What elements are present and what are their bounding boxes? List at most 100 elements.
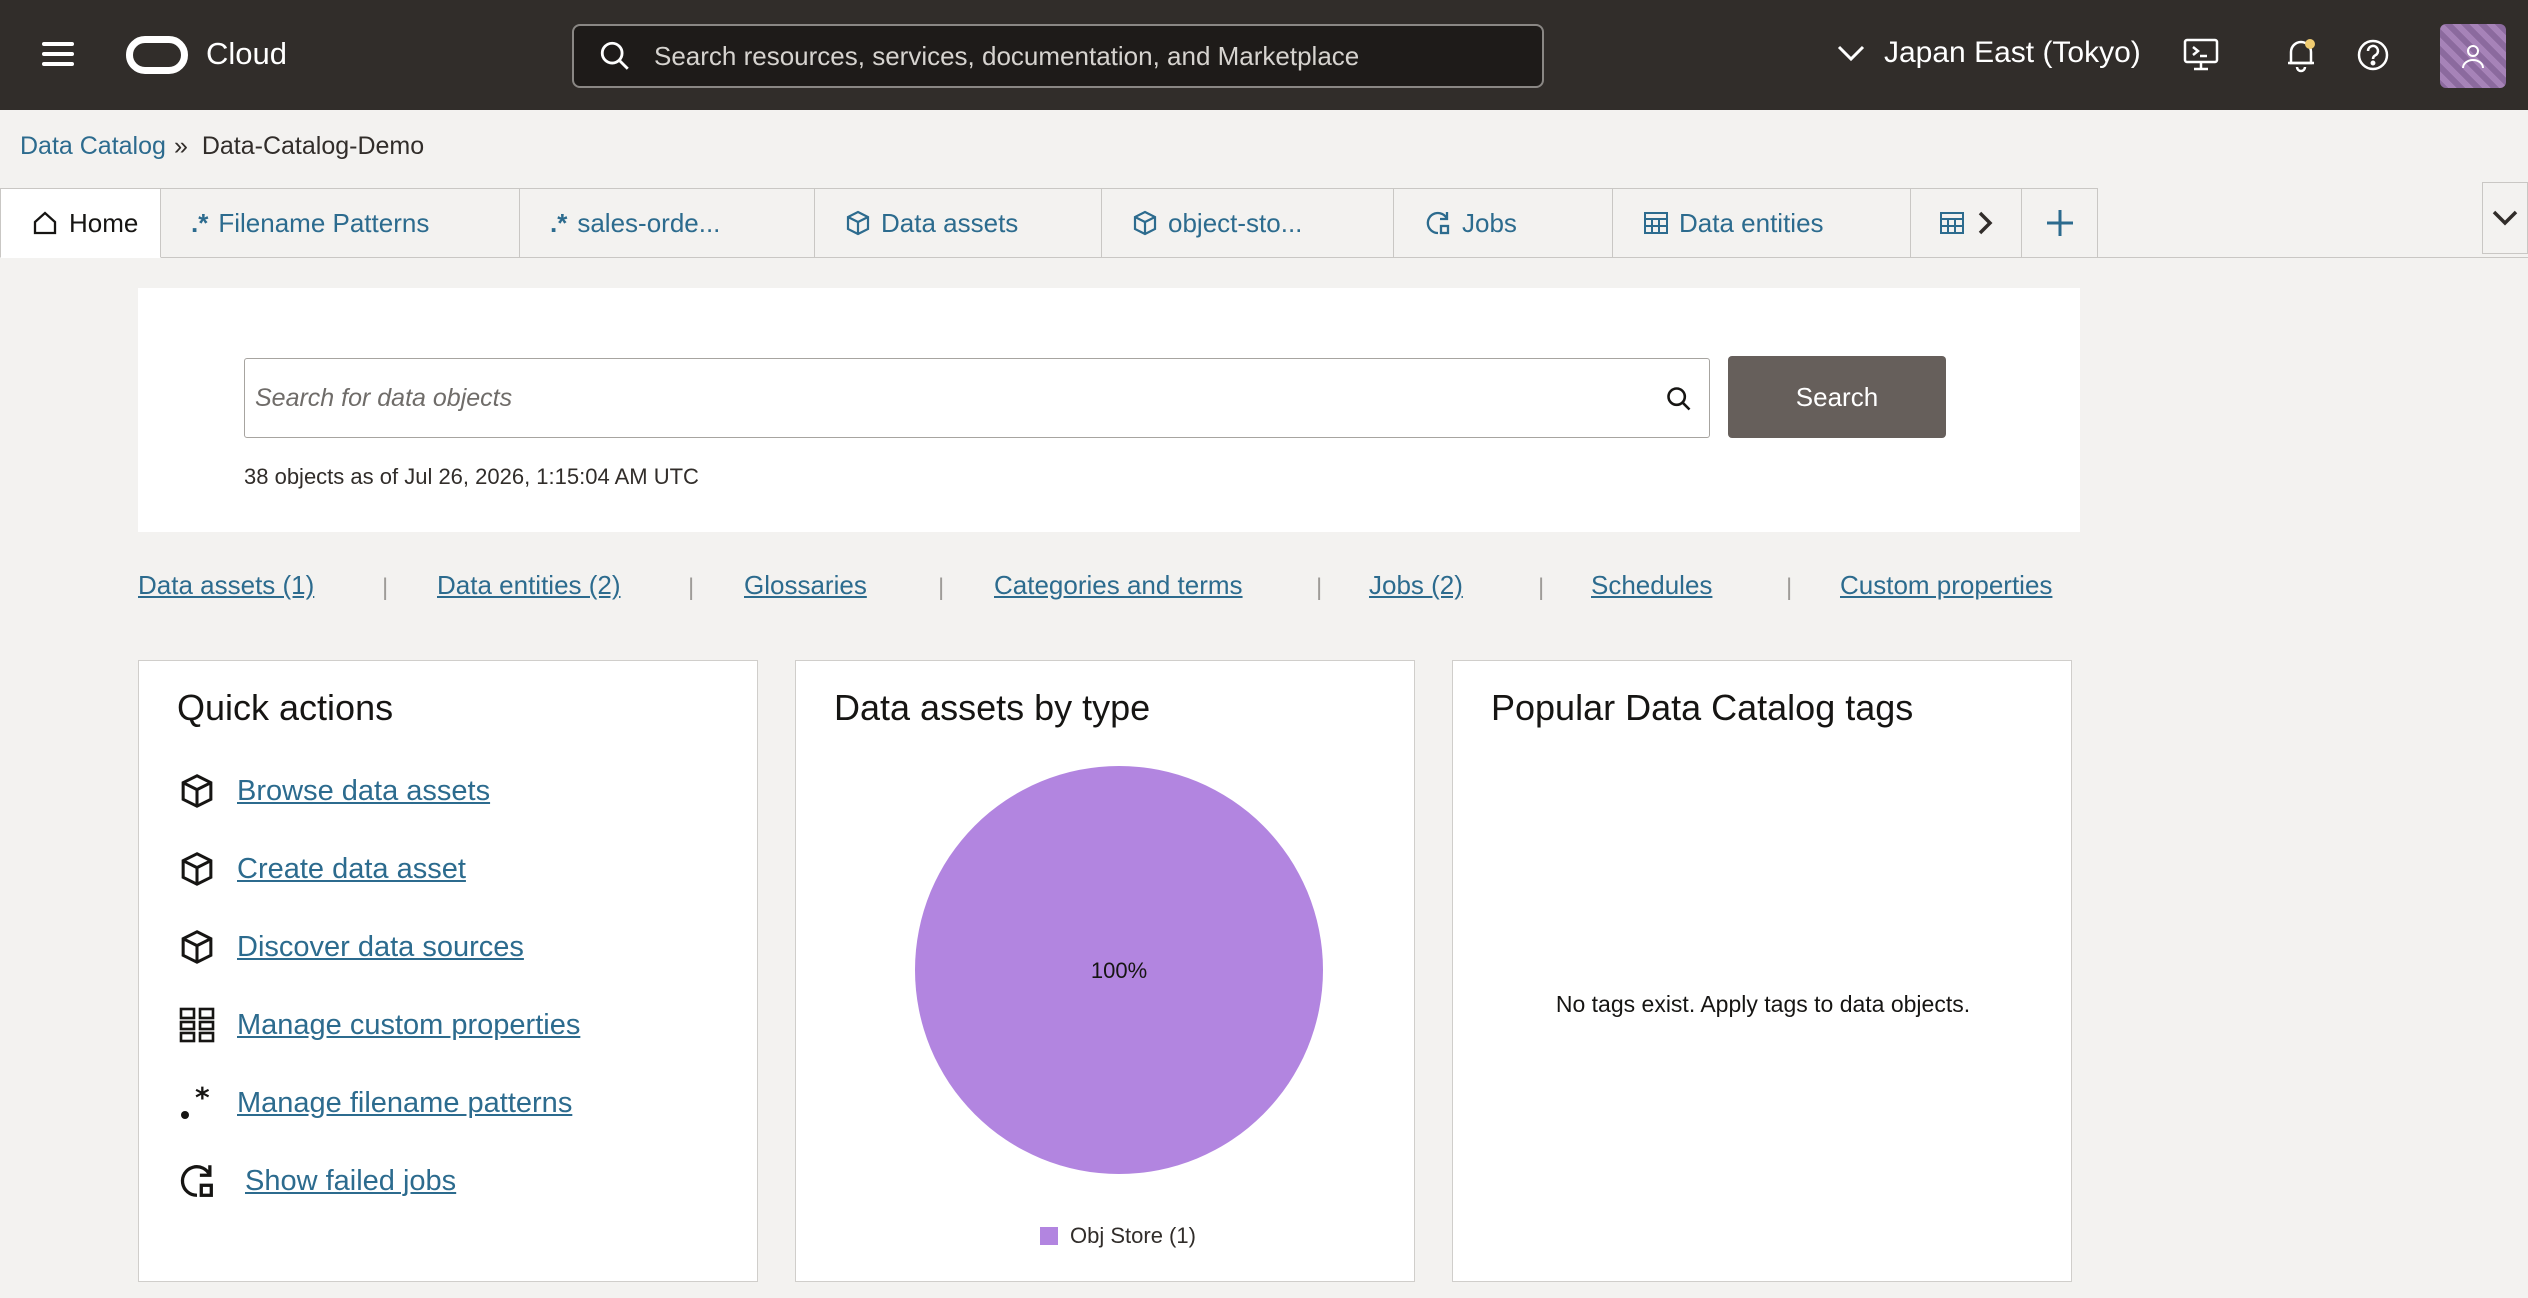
quick-links-bar: Data assets (1) | Data entities (2) | Gl… (138, 570, 2080, 610)
link-glossaries[interactable]: Glossaries (744, 570, 867, 601)
link-divider: | (1316, 574, 1323, 601)
tabs-menu-button[interactable] (2482, 182, 2528, 254)
action-label: Create data asset (237, 852, 466, 885)
action-discover-data-sources[interactable]: Discover data sources (177, 927, 524, 967)
link-divider: | (382, 574, 389, 601)
breadcrumb-separator: » (173, 132, 188, 160)
action-browse-data-assets[interactable]: Browse data assets (177, 771, 490, 811)
cube-icon (846, 210, 870, 236)
action-label: Manage filename patterns (237, 1086, 573, 1119)
breadcrumb-data-catalog[interactable]: Data Catalog (20, 132, 166, 161)
data-assets-by-type-title: Data assets by type (834, 687, 1151, 728)
user-icon (2462, 45, 2484, 69)
link-data-assets[interactable]: Data assets (1) (138, 570, 314, 601)
tab-home[interactable]: Home (0, 188, 161, 258)
object-search-panel: Search 38 objects as of Jul 26, 2026, 1:… (138, 288, 2080, 532)
help-icon[interactable] (2352, 34, 2394, 76)
tab-sales-orders[interactable]: .* sales-orde... (520, 188, 815, 258)
svg-text:*: * (195, 1083, 210, 1114)
data-assets-by-type-card: Data assets by type 100% Obj Store (1) (795, 660, 1415, 1282)
link-jobs[interactable]: Jobs (2) (1369, 570, 1463, 601)
action-label: Show failed jobs (245, 1164, 457, 1197)
action-manage-filename-patterns[interactable]: * Manage filename patterns (177, 1083, 572, 1123)
action-label: Browse data assets (237, 774, 491, 807)
cube-icon (177, 927, 217, 967)
search-icon[interactable] (1665, 385, 1693, 413)
tab-filename-patterns[interactable]: .* Filename Patterns (161, 188, 520, 258)
popular-tags-title: Popular Data Catalog tags (1491, 687, 1914, 728)
tab-data-assets[interactable]: Data assets (815, 188, 1102, 258)
region-selector[interactable]: Japan East (Tokyo) (1836, 36, 2141, 70)
legend-label: Obj Store (1) (1070, 1223, 1196, 1248)
cube-icon (177, 771, 217, 811)
breadcrumb-current: Data-Catalog-Demo (201, 132, 425, 160)
link-divider: | (938, 574, 945, 601)
search-button[interactable]: Search (1728, 356, 1946, 438)
pie-data-label: 100% (1091, 958, 1147, 983)
pie-chart: 100% (914, 765, 1324, 1175)
no-tags-message: No tags exist. Apply tags to data object… (1555, 991, 1971, 1017)
cube-icon (1133, 210, 1157, 236)
link-divider: | (1538, 574, 1545, 601)
pie-chart-svg: 100% (915, 766, 1323, 1174)
quick-actions-card: Quick actions Browse data assets Create … (138, 660, 758, 1282)
link-categories-and-terms[interactable]: Categories and terms (994, 570, 1243, 601)
menu-icon[interactable] (40, 36, 80, 76)
action-label: Manage custom properties (237, 1008, 581, 1041)
chevron-down-icon (2492, 210, 2518, 226)
table-icon (1940, 212, 1964, 234)
brand-title: Cloud (206, 36, 287, 71)
tab-bar: Home .* Filename Patterns .* sales-orde.… (0, 188, 2098, 258)
plus-icon (2046, 210, 2073, 236)
global-search[interactable] (572, 24, 1544, 88)
region-label: Japan East (Tokyo) (1884, 36, 2141, 69)
home-icon (33, 211, 57, 235)
link-data-entities[interactable]: Data entities (2) (437, 570, 621, 601)
chevron-right-icon[interactable] (1975, 209, 1995, 237)
tab-label: Data assets (881, 207, 1019, 238)
oracle-logo-icon[interactable] (126, 36, 188, 74)
link-divider: | (1786, 574, 1793, 601)
jobs-icon (177, 1161, 217, 1201)
popular-tags-card: Popular Data Catalog tags No tags exist.… (1452, 660, 2072, 1282)
tab-object-storage[interactable]: object-sto... (1102, 188, 1394, 258)
link-schedules[interactable]: Schedules (1591, 570, 1712, 601)
pattern-icon: .* (550, 207, 568, 238)
link-divider: | (688, 574, 695, 601)
table-icon (1644, 212, 1668, 234)
pattern-icon: * (177, 1083, 217, 1123)
action-show-failed-jobs[interactable]: Show failed jobs (177, 1161, 456, 1201)
tab-label: Data entities (1679, 207, 1824, 238)
quick-actions-title: Quick actions (177, 687, 394, 728)
tab-label: Jobs (1462, 207, 1517, 238)
top-bar: Cloud Japan East (Tokyo) (0, 0, 2528, 110)
object-search-input[interactable] (255, 383, 1635, 413)
tab-label: object-sto... (1168, 207, 1303, 238)
breadcrumb: Data Catalog » Data-Catalog-Demo (20, 132, 424, 161)
tab-jobs[interactable]: Jobs (1394, 188, 1613, 258)
pattern-icon: .* (191, 207, 209, 238)
notifications-bell-icon[interactable] (2280, 34, 2322, 76)
cube-icon (177, 849, 217, 889)
search-icon (600, 41, 629, 70)
chevron-down-icon (1837, 45, 1865, 62)
tab-label: Home (69, 207, 139, 238)
objects-count-text: 38 objects as of Jul 26, 2026, 1:15:04 A… (244, 464, 699, 489)
cloud-shell-icon[interactable] (2180, 34, 2222, 76)
chart-legend[interactable]: Obj Store (1) (1040, 1223, 1196, 1249)
tab-overflow[interactable] (1911, 188, 2022, 258)
grid-icon (177, 1005, 217, 1045)
user-avatar[interactable] (2440, 24, 2506, 88)
link-custom-properties[interactable]: Custom properties (1840, 570, 2052, 601)
tab-data-entities[interactable]: Data entities (1613, 188, 1911, 258)
action-label: Discover data sources (237, 930, 524, 963)
tab-label: Filename Patterns (218, 207, 430, 238)
tab-label: sales-orde... (577, 207, 721, 238)
action-create-data-asset[interactable]: Create data asset (177, 849, 466, 889)
action-manage-custom-properties[interactable]: Manage custom properties (177, 1005, 580, 1045)
jobs-icon (1426, 211, 1450, 235)
global-search-input[interactable] (654, 40, 1494, 72)
legend-swatch (1040, 1227, 1058, 1245)
object-search-field[interactable] (244, 358, 1710, 438)
add-tab-button[interactable] (2022, 188, 2098, 258)
